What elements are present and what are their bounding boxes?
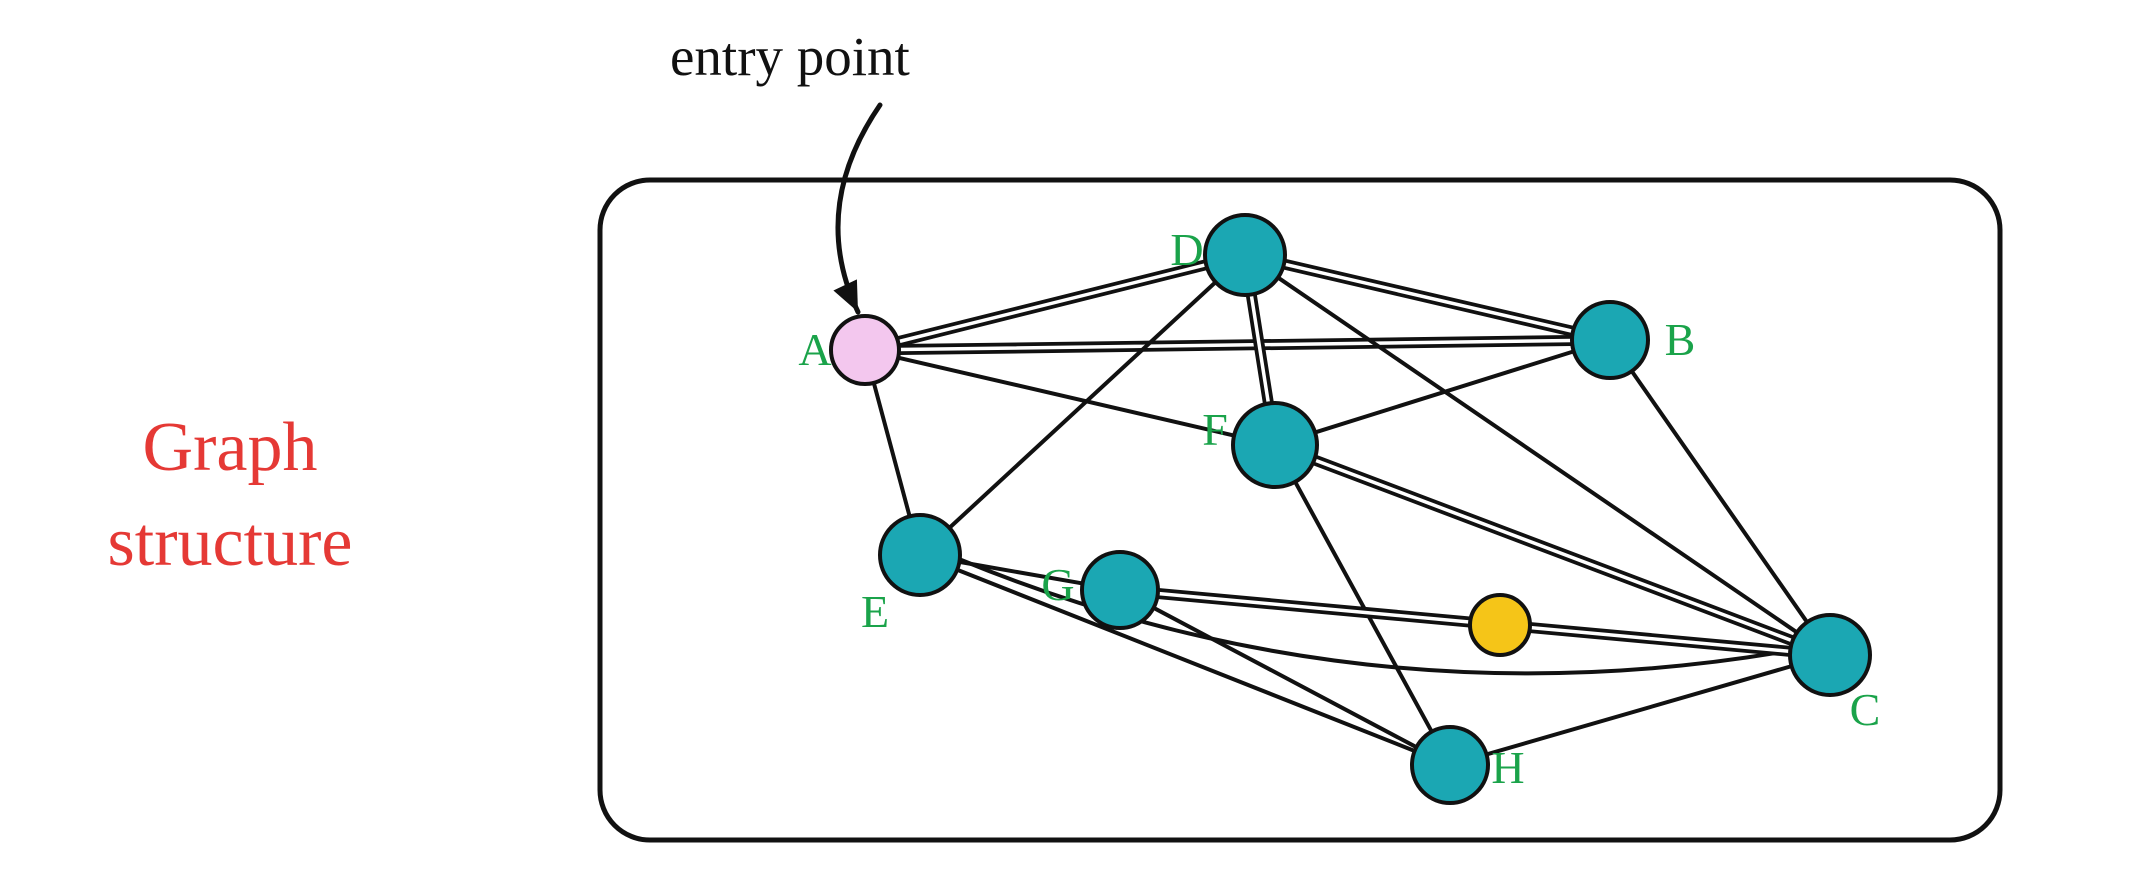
graph-node (1412, 727, 1488, 803)
node-label: E (861, 586, 889, 637)
graph-node (1205, 215, 1285, 295)
graph-node (1082, 552, 1158, 628)
graph-node (1790, 615, 1870, 695)
node-label: H (1491, 742, 1524, 793)
graph-frame (600, 180, 2000, 840)
node-label: A (798, 324, 831, 375)
node-label: D (1170, 224, 1203, 275)
title-line2: structure (108, 504, 353, 581)
node-label: G (1041, 559, 1074, 610)
graph-edge (898, 358, 1234, 436)
node-label: F (1202, 404, 1228, 455)
node-label: C (1850, 684, 1881, 735)
graph-node (1233, 403, 1317, 487)
graph-edge (1278, 278, 1797, 633)
graph-edge (1315, 351, 1574, 432)
graph-edge (874, 383, 910, 517)
title-line1: Graph (143, 409, 318, 486)
entry-node (831, 316, 899, 384)
entry-point-arrow (833, 105, 880, 312)
graph-edge (1487, 666, 1792, 754)
graph-node (1572, 302, 1648, 378)
target-node (1470, 595, 1530, 655)
node-label: B (1665, 314, 1696, 365)
diagram-canvas: Graph structure entry point A B C D E F G H (0, 0, 2145, 888)
entry-point-annotation: entry point (670, 26, 910, 87)
graph-nodes: A B C D E F G H (798, 215, 1880, 803)
graph-node (880, 515, 960, 595)
